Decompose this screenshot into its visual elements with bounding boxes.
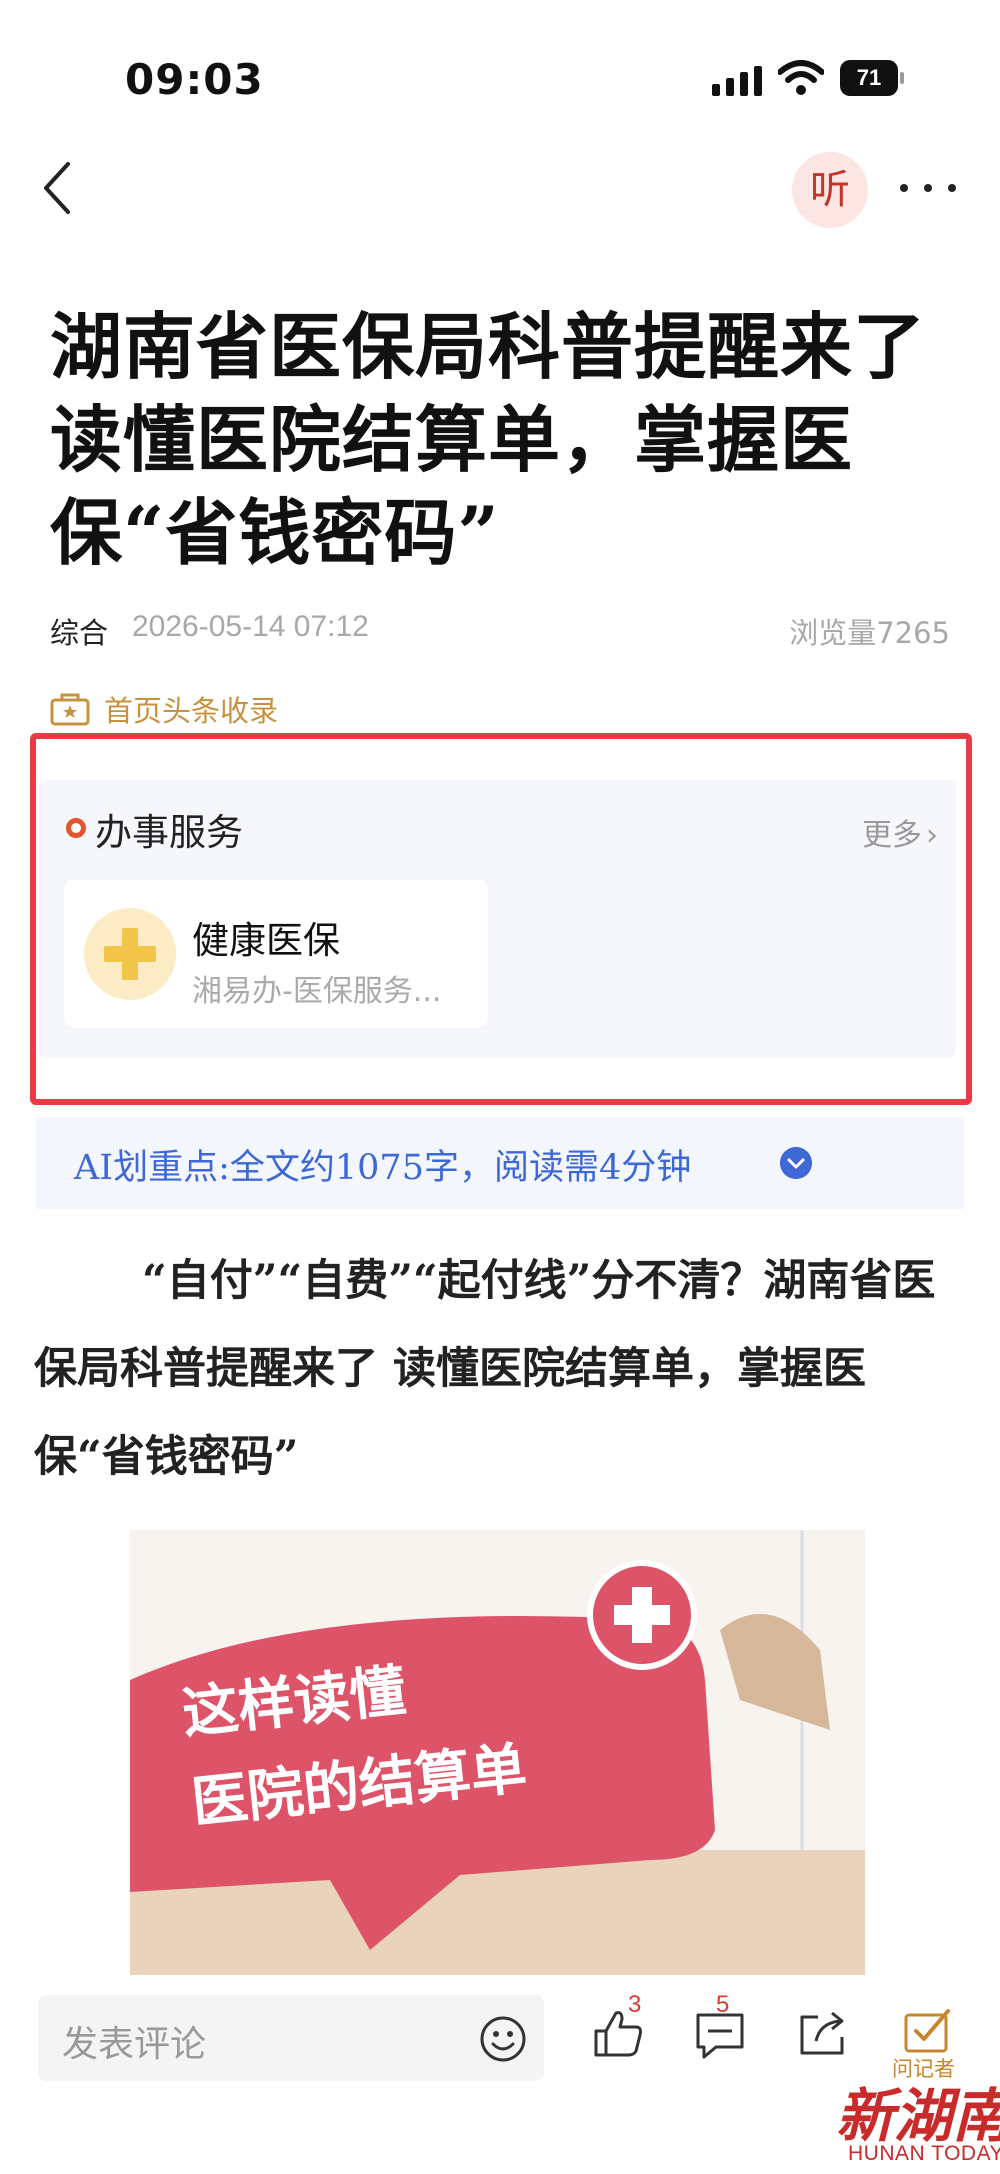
- ai-summary-bar[interactable]: AI划重点:全文约1075字，阅读需4分钟: [36, 1117, 964, 1209]
- like-count: 3: [628, 1991, 642, 2018]
- battery-level: 71: [856, 65, 882, 90]
- comment-input[interactable]: 发表评论: [38, 1995, 544, 2081]
- service-item-name: 健康医保: [192, 919, 340, 962]
- view-count: 浏览量7265: [789, 616, 950, 650]
- comment-count: 5: [716, 1991, 730, 2018]
- status-time: 09:03: [125, 55, 264, 104]
- article-body: “自付”“自费”“起付线”分不清？湖南省医保局科普提醒来了 读懂医院结算单，掌握…: [34, 1256, 936, 1482]
- wifi-icon: [778, 60, 824, 95]
- featured-label: 首页头条收录: [104, 694, 279, 728]
- back-arrow-icon[interactable]: [38, 158, 78, 218]
- service-section-title: 办事服务: [95, 811, 243, 854]
- featured-box-icon: [50, 693, 90, 726]
- svg-text:新湖南: 新湖南: [836, 2082, 1000, 2150]
- cellular-signal-icon: [712, 66, 762, 96]
- listen-button[interactable]: 听: [792, 152, 868, 228]
- expand-chevron-icon[interactable]: [780, 1147, 812, 1179]
- more-options-icon[interactable]: [898, 180, 958, 196]
- medical-cross-icon: [84, 908, 176, 1000]
- article-title: 湖南省医保局科普提醒来了 读懂医院结算单，掌握医保“省钱密码”: [50, 304, 927, 575]
- battery-icon: 71: [840, 60, 904, 96]
- service-more-label: 更多: [862, 818, 922, 853]
- article-illustration[interactable]: 这样读懂 医院的结算单: [130, 1530, 865, 1980]
- chevron-right-icon: ›: [926, 818, 938, 853]
- share-icon[interactable]: [794, 2005, 850, 2061]
- ai-summary-text: AI划重点:全文约1075字，阅读需4分钟: [74, 1148, 692, 1188]
- service-item-desc: 湘易办-医保服务...: [192, 974, 442, 1009]
- service-item-health-insurance[interactable]: 健康医保 湘易办-医保服务...: [64, 880, 488, 1028]
- status-bar: 09:03 71: [0, 0, 1000, 150]
- article-category[interactable]: 综合: [50, 610, 108, 652]
- hunan-today-subtitle: HUNAN TODAY: [848, 2142, 1000, 2165]
- illustration-banner-text: 这样读懂 医院的结算单: [178, 1635, 531, 1849]
- article-date: 2026-05-14 07:12: [132, 610, 369, 643]
- service-more-link[interactable]: 更多 ›: [862, 810, 938, 854]
- article-meta: 综合 2026-05-14 07:12 浏览量7265: [50, 610, 950, 654]
- emoji-icon[interactable]: [478, 2014, 528, 2064]
- service-card: 办事服务 更多 › 健康医保 湘易办-医保服务...: [38, 780, 956, 1058]
- comment-placeholder: 发表评论: [62, 2024, 207, 2065]
- section-dot-icon: [66, 818, 86, 838]
